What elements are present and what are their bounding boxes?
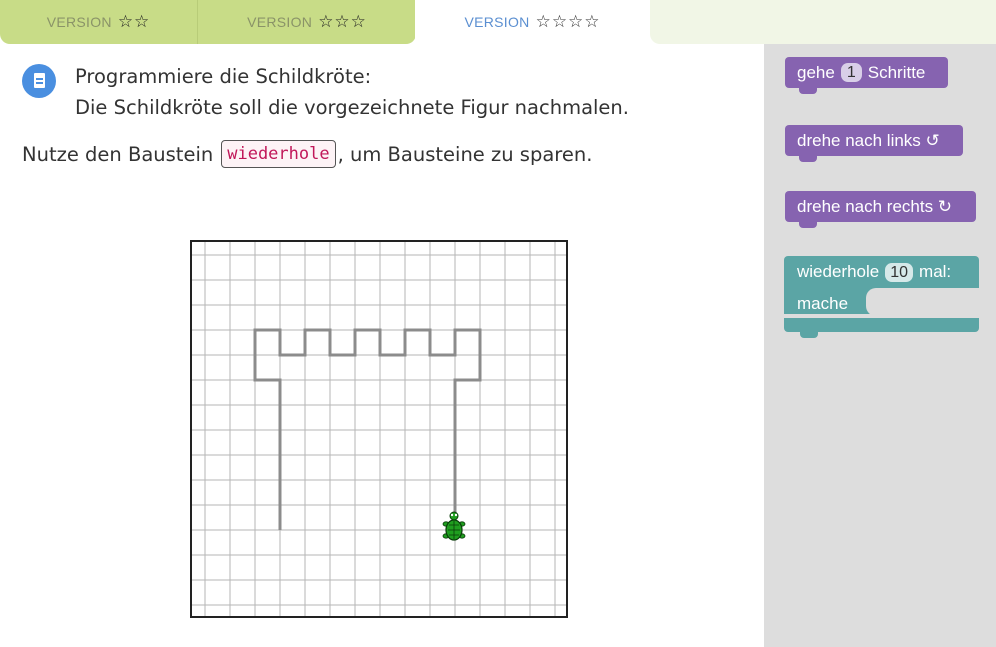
task-hint: Nutze den Baustein wiederhole , um Baust… <box>22 140 592 168</box>
turtle-icon <box>442 511 466 541</box>
turn-left-block[interactable]: drehe nach links ↺ <box>785 125 963 162</box>
tab-label: VERSION <box>247 14 313 30</box>
repeat-block-footer <box>784 318 979 338</box>
block-label: gehe <box>797 62 835 82</box>
tab-version-2-stars[interactable]: VERSION ☆☆ <box>0 0 197 44</box>
tab-version-3-stars[interactable]: VERSION ☆☆☆ <box>197 0 416 44</box>
move-steps-block[interactable]: gehe 1 Schritte <box>785 57 948 94</box>
turn-right-block[interactable]: drehe nach rechts ↻ <box>785 191 976 228</box>
task-title: Programmiere die Schildkröte: <box>75 65 372 88</box>
block-label: wiederhole <box>797 262 880 281</box>
block-label: mal: <box>919 262 952 281</box>
block-label: Schritte <box>867 62 926 82</box>
repeat-block[interactable]: wiederhole 10 mal: mache <box>784 256 979 338</box>
repeat-do-label: mache <box>797 294 849 313</box>
hint-code-chip: wiederhole <box>221 140 336 168</box>
version-tabs: VERSION ☆☆ VERSION ☆☆☆ VERSION ☆☆☆☆ <box>0 0 996 44</box>
repeat-block-slot <box>866 288 979 316</box>
block-label: drehe nach links ↺ <box>797 130 940 150</box>
repeat-count-input[interactable]: 10 <box>885 262 914 282</box>
repeat-block-row: wiederhole 10 mal: <box>797 262 951 282</box>
tab-bar-background <box>650 0 996 44</box>
turtle-canvas <box>190 240 568 618</box>
tab-label: VERSION <box>464 14 530 30</box>
task-description: Programmiere die Schildkröte: Die Schild… <box>75 61 629 123</box>
tab-version-4-stars[interactable]: VERSION ☆☆☆☆ <box>415 0 650 44</box>
block-label: drehe nach rechts ↻ <box>797 196 953 216</box>
hint-text-after: , um Bausteine zu sparen. <box>337 142 593 166</box>
task-document-icon <box>22 64 56 98</box>
star-rating-icon: ☆☆☆ <box>318 12 367 31</box>
steps-input[interactable]: 1 <box>840 63 862 82</box>
hint-text-before: Nutze den Baustein <box>22 142 214 166</box>
tab-label: VERSION <box>46 14 112 30</box>
turtle-grid <box>192 242 566 616</box>
star-rating-icon: ☆☆ <box>117 12 151 31</box>
task-instruction: Die Schildkröte soll die vorgezeichnete … <box>75 96 629 119</box>
star-rating-icon: ☆☆☆☆ <box>535 12 601 31</box>
